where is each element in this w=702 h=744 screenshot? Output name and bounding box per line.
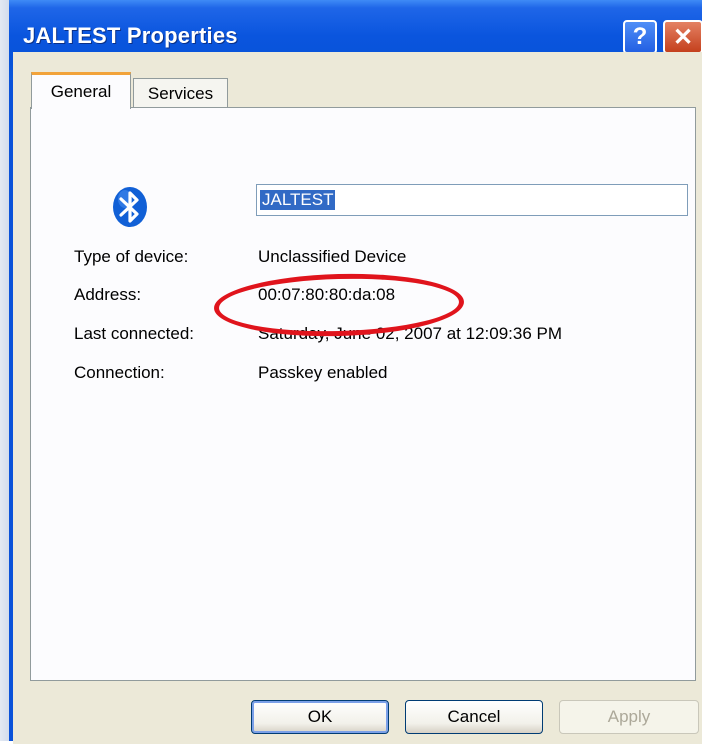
close-icon: ✕ <box>672 23 694 51</box>
type-of-device-value: Unclassified Device <box>258 247 407 266</box>
cancel-button-label: Cancel <box>447 707 501 726</box>
tab-label: Services <box>147 83 214 103</box>
dialog-client-area: General Services JALTEST Type of device:… <box>13 52 702 744</box>
question-mark-icon: ? <box>632 23 648 50</box>
type-of-device-label: Type of device: <box>74 247 189 266</box>
properties-dialog: JALTEST Properties ? ✕ General Services … <box>9 0 702 744</box>
tab-services[interactable]: Services <box>133 78 228 108</box>
apply-button[interactable]: Apply <box>559 700 699 734</box>
ok-button-label: OK <box>307 707 333 726</box>
device-name-text: JALTEST <box>260 190 336 210</box>
device-name-input[interactable]: JALTEST <box>256 184 688 216</box>
general-tab-panel: JALTEST Type of device: Unclassified Dev… <box>30 107 696 681</box>
tab-label: General <box>50 82 112 101</box>
ok-button[interactable]: OK <box>251 700 389 734</box>
cancel-button[interactable]: Cancel <box>405 700 543 734</box>
window-title: JALTEST Properties <box>23 23 238 48</box>
connection-value: Passkey enabled <box>258 363 388 382</box>
close-button[interactable]: ✕ <box>663 20 702 54</box>
apply-button-label: Apply <box>607 707 651 726</box>
help-button[interactable]: ? <box>623 20 657 54</box>
address-label: Address: <box>74 285 142 304</box>
tab-general[interactable]: General <box>31 72 131 109</box>
connection-label: Connection: <box>74 363 165 382</box>
bluetooth-icon <box>113 187 147 227</box>
last-connected-label: Last connected: <box>74 324 195 343</box>
